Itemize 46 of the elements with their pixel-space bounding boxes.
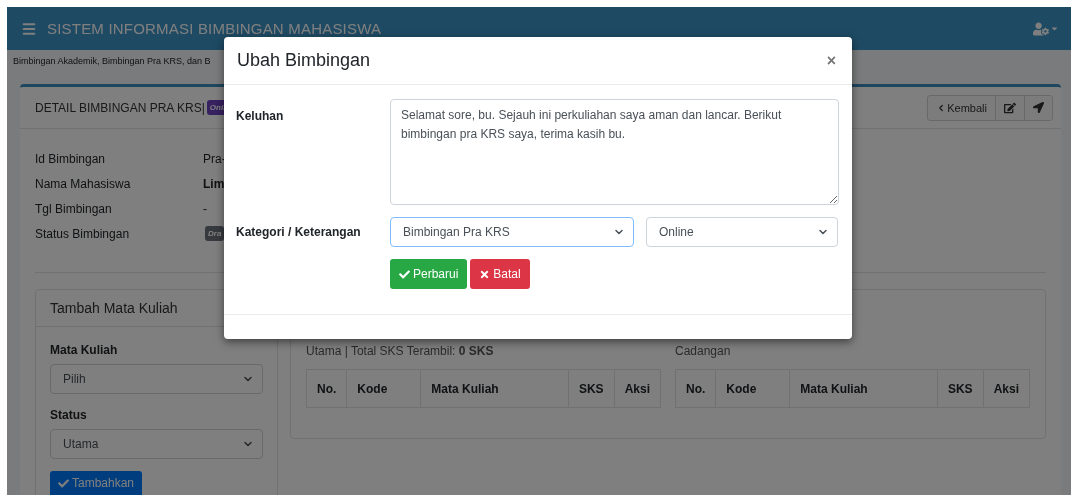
column-header: Aksi [983,369,1030,408]
app-title: SISTEM INFORMASI BIMBINGAN MAHASISWA [47,20,383,37]
check-icon [58,477,69,489]
column-header: Aksi [614,369,661,408]
select-field[interactable]: Pilih [50,364,263,394]
field-label: Nama Mahasiswa [35,176,132,191]
cancel-button[interactable]: Batal [470,259,530,289]
field-label: Mata Kuliah [50,343,119,357]
caret-icon [1050,24,1059,33]
list-title: Cadangan [675,346,732,356]
close-button[interactable]: × [822,51,840,70]
field-label: Status [50,408,88,422]
column-header: No. [306,369,347,408]
user-menu-button[interactable] [1033,20,1059,37]
select-field[interactable]: Online [646,217,838,247]
column-header: Kode [715,369,790,408]
status-badge: Dra [205,226,225,241]
check-icon [399,268,410,280]
field-label: Kategori / Keterangan [236,225,362,239]
column-header: SKS [568,369,615,408]
complaint-field[interactable]: Selamat sore, bu. Sejauh ini perkuliahan saya aman dan lancar. Berikut bimbingan pra KRS saya, terima kasih bu. [390,99,839,205]
close-icon [479,268,491,280]
column-header: No. [675,369,716,408]
column-header: Mata Kuliah [789,369,938,408]
column-header: SKS [937,369,984,408]
column-header: Mata Kuliah [420,369,569,408]
sks-summary: Utama | Total SKS Terambil: 0 SKS [306,346,495,356]
select-field[interactable]: Utama [50,429,263,459]
field-label: Keluhan [236,108,285,123]
menu-icon[interactable] [21,20,37,37]
field-value: Pra- [203,151,226,166]
card-title: DETAIL BIMBINGAN PRA KRS| [35,100,205,115]
send-icon [1033,102,1044,113]
update-button[interactable]: Perbarui [390,259,468,289]
field-label: Id Bimbingan [35,151,107,166]
select-field[interactable]: Bimbingan Pra KRS [390,217,634,247]
field-value: - [203,201,207,216]
field-value: Lim [203,176,225,191]
column-header: Kode [346,369,421,408]
breadcrumb: Bimbingan Akademik, Bimbingan Pra KRS, dan B [13,56,211,66]
panel-title: Tambah Mata Kuliah [50,300,178,316]
edit-icon [1004,101,1016,114]
dialog-title: Ubah Bimbingan [237,50,371,71]
field-label: Status Bimbingan [35,226,131,241]
field-label: Tgl Bimbingan [35,201,113,216]
add-button[interactable]: Tambahkan [50,471,143,495]
